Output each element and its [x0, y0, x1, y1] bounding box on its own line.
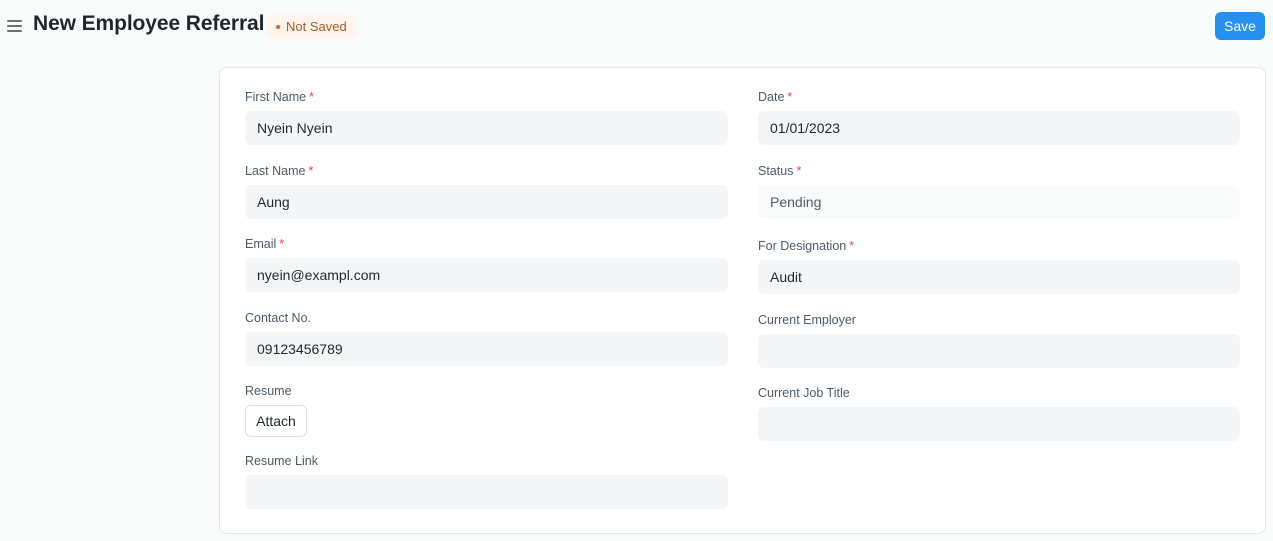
status-badge: Not Saved [267, 15, 356, 39]
page-header: New Employee Referral Not Saved Save [0, 0, 1273, 52]
last-name-field: Last Name * Aung [245, 163, 728, 219]
for-designation-field: For Designation * Audit [758, 238, 1240, 294]
status-field: Status * Pending [758, 163, 1240, 219]
date-field: Date * 01/01/2023 [758, 89, 1240, 145]
hamburger-menu-icon[interactable] [7, 18, 23, 32]
page-title: New Employee Referral [33, 12, 265, 35]
contact-no-field: Contact No. 09123456789 [245, 310, 728, 366]
contact-no-input[interactable]: 09123456789 [245, 332, 728, 366]
for-designation-label: For Designation [758, 239, 847, 253]
current-employer-field: Current Employer [758, 312, 1240, 368]
page: New Employee Referral Not Saved Save Fir… [0, 0, 1273, 541]
save-button[interactable]: Save [1215, 12, 1265, 40]
date-input[interactable]: 01/01/2023 [758, 111, 1240, 145]
attach-button[interactable]: Attach [245, 405, 307, 437]
status-dot-icon [276, 24, 280, 29]
current-job-title-field: Current Job Title [758, 385, 1240, 441]
status-badge-label: Not Saved [286, 19, 347, 34]
email-label: Email [245, 237, 277, 251]
required-marker: * [849, 239, 855, 253]
contact-no-label: Contact No. [245, 311, 312, 325]
employee-referral-form: First Name * Nyein Nyein Last Name * Aung … [219, 67, 1266, 534]
email-input[interactable]: nyein@exampl.com [245, 258, 728, 292]
first-name-input[interactable]: Nyein Nyein [245, 111, 728, 145]
resume-link-input[interactable] [245, 475, 728, 509]
last-name-label: Last Name [245, 164, 306, 178]
required-marker: * [279, 237, 285, 251]
current-job-title-input[interactable] [758, 407, 1240, 441]
current-employer-label: Current Employer [758, 313, 856, 327]
required-marker: * [787, 90, 793, 104]
current-job-title-label: Current Job Title [758, 386, 850, 400]
status-label: Status [758, 164, 794, 178]
required-marker: * [309, 90, 314, 104]
first-name-field: First Name * Nyein Nyein [245, 89, 728, 145]
resume-label: Resume [245, 384, 292, 398]
resume-link-field: Resume Link [245, 453, 728, 509]
for-designation-input[interactable]: Audit [758, 260, 1240, 294]
last-name-input[interactable]: Aung [245, 185, 728, 219]
status-input: Pending [758, 185, 1240, 219]
date-label: Date [758, 90, 785, 104]
email-field: Email * nyein@exampl.com [245, 236, 728, 292]
required-marker: * [308, 164, 314, 178]
current-employer-input[interactable] [758, 334, 1240, 368]
resume-link-label: Resume Link [245, 454, 318, 468]
first-name-label: First Name [245, 90, 307, 104]
resume-field: Resume Attach [245, 383, 728, 437]
required-marker: * [796, 164, 802, 178]
